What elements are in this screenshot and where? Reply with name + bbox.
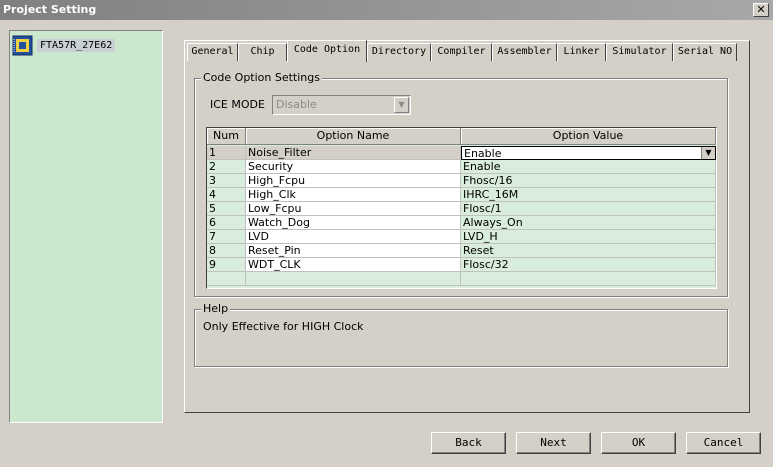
ice-mode-label: ICE MODE bbox=[210, 98, 265, 111]
table-row[interactable]: 2 Security Enable bbox=[207, 160, 716, 174]
ice-mode-select[interactable]: Disable ▼ bbox=[272, 95, 411, 115]
table-row[interactable]: 1 Noise_Filter Enable ▼ bbox=[207, 146, 716, 160]
table-row[interactable]: 6 Watch_Dog Always_On bbox=[207, 216, 716, 230]
row-option-value-dropdown[interactable]: Enable ▼ bbox=[461, 146, 716, 160]
tab-label: Directory bbox=[371, 46, 427, 57]
tab-label: Code Option bbox=[293, 44, 361, 55]
tab-label: Compiler bbox=[437, 46, 486, 57]
close-icon: ✕ bbox=[756, 3, 766, 16]
table-row[interactable]: 4 High_Clk IHRC_16M bbox=[207, 188, 716, 202]
project-tree-panel: FTA57R_27E62 bbox=[9, 30, 163, 423]
window-title: Project Setting bbox=[3, 3, 97, 16]
row-option-name: LVD bbox=[246, 230, 461, 244]
row-num: 6 bbox=[207, 216, 246, 230]
row-option-value bbox=[461, 272, 716, 286]
row-num: 3 bbox=[207, 174, 246, 188]
header-option-name[interactable]: Option Name bbox=[246, 128, 461, 145]
table-row-empty bbox=[207, 272, 716, 286]
row-num: 8 bbox=[207, 244, 246, 258]
row-num: 9 bbox=[207, 258, 246, 272]
row-num: 2 bbox=[207, 160, 246, 174]
close-button[interactable]: ✕ bbox=[753, 3, 769, 17]
tab-label: Serial NO bbox=[677, 46, 733, 57]
row-option-name: Watch_Dog bbox=[246, 216, 461, 230]
back-button[interactable]: Back bbox=[431, 432, 506, 454]
chip-icon bbox=[12, 35, 33, 55]
title-bar: Project Setting ✕ bbox=[0, 0, 773, 20]
row-option-value[interactable]: Enable bbox=[461, 160, 716, 174]
tree-item-project[interactable]: FTA57R_27E62 bbox=[12, 34, 116, 56]
row-option-name: High_Clk bbox=[246, 188, 461, 202]
row-option-name: WDT_CLK bbox=[246, 258, 461, 272]
chevron-down-icon[interactable]: ▼ bbox=[701, 147, 715, 159]
tab-chip[interactable]: Chip bbox=[238, 43, 287, 61]
tab-label: Assembler bbox=[497, 46, 552, 57]
tab-compiler[interactable]: Compiler bbox=[431, 43, 492, 61]
table-row[interactable]: 7 LVD LVD_H bbox=[207, 230, 716, 244]
row-option-value[interactable]: IHRC_16M bbox=[461, 188, 716, 202]
row-option-value[interactable]: Flosc/1 bbox=[461, 202, 716, 216]
row-option-name: High_Fcpu bbox=[246, 174, 461, 188]
tab-label: Simulator bbox=[612, 46, 667, 57]
tab-general[interactable]: General bbox=[187, 43, 238, 61]
table-row[interactable]: 5 Low_Fcpu Flosc/1 bbox=[207, 202, 716, 216]
ok-button[interactable]: OK bbox=[601, 432, 676, 454]
row-num: 7 bbox=[207, 230, 246, 244]
row-option-value[interactable]: Always_On bbox=[461, 216, 716, 230]
header-num[interactable]: Num bbox=[207, 128, 246, 145]
row-option-value[interactable]: Fhosc/16 bbox=[461, 174, 716, 188]
tab-label: Linker bbox=[563, 46, 600, 57]
row-option-value[interactable]: Reset bbox=[461, 244, 716, 258]
row-num bbox=[207, 272, 246, 286]
row-num: 5 bbox=[207, 202, 246, 216]
cancel-button[interactable]: Cancel bbox=[686, 432, 761, 454]
help-text: Only Effective for HIGH Clock bbox=[203, 320, 364, 333]
tab-serial-no[interactable]: Serial NO bbox=[673, 43, 737, 61]
row-option-name: Reset_Pin bbox=[246, 244, 461, 258]
tab-label: Chip bbox=[250, 46, 275, 57]
next-button[interactable]: Next bbox=[516, 432, 591, 454]
row-num: 4 bbox=[207, 188, 246, 202]
row-option-name bbox=[246, 272, 461, 286]
row-option-name: Low_Fcpu bbox=[246, 202, 461, 216]
group-title: Code Option Settings bbox=[201, 71, 322, 84]
tab-code-option[interactable]: Code Option bbox=[287, 40, 367, 62]
row-option-value: Enable bbox=[464, 147, 502, 160]
table-row[interactable]: 9 WDT_CLK Flosc/32 bbox=[207, 258, 716, 272]
options-grid: Num Option Name Option Value 1 Noise_Fil… bbox=[206, 127, 717, 289]
tab-directory[interactable]: Directory bbox=[367, 43, 431, 61]
group-title: Help bbox=[201, 302, 231, 315]
row-option-name: Noise_Filter bbox=[246, 146, 461, 160]
row-num: 1 bbox=[207, 146, 246, 160]
help-group: Help bbox=[194, 302, 728, 367]
tab-simulator[interactable]: Simulator bbox=[606, 43, 673, 61]
header-option-value[interactable]: Option Value bbox=[461, 128, 716, 145]
ice-mode-value: Disable bbox=[276, 98, 317, 111]
tab-label: General bbox=[191, 46, 234, 57]
tab-assembler[interactable]: Assembler bbox=[492, 43, 557, 61]
chevron-down-icon[interactable]: ▼ bbox=[394, 97, 409, 113]
table-row[interactable]: 8 Reset_Pin Reset bbox=[207, 244, 716, 258]
tree-item-label: FTA57R_27E62 bbox=[37, 38, 116, 52]
row-option-value[interactable]: Flosc/32 bbox=[461, 258, 716, 272]
tab-linker[interactable]: Linker bbox=[557, 43, 606, 61]
table-row[interactable]: 3 High_Fcpu Fhosc/16 bbox=[207, 174, 716, 188]
row-option-name: Security bbox=[246, 160, 461, 174]
grid-header: Num Option Name Option Value bbox=[207, 128, 716, 145]
row-option-value[interactable]: LVD_H bbox=[461, 230, 716, 244]
